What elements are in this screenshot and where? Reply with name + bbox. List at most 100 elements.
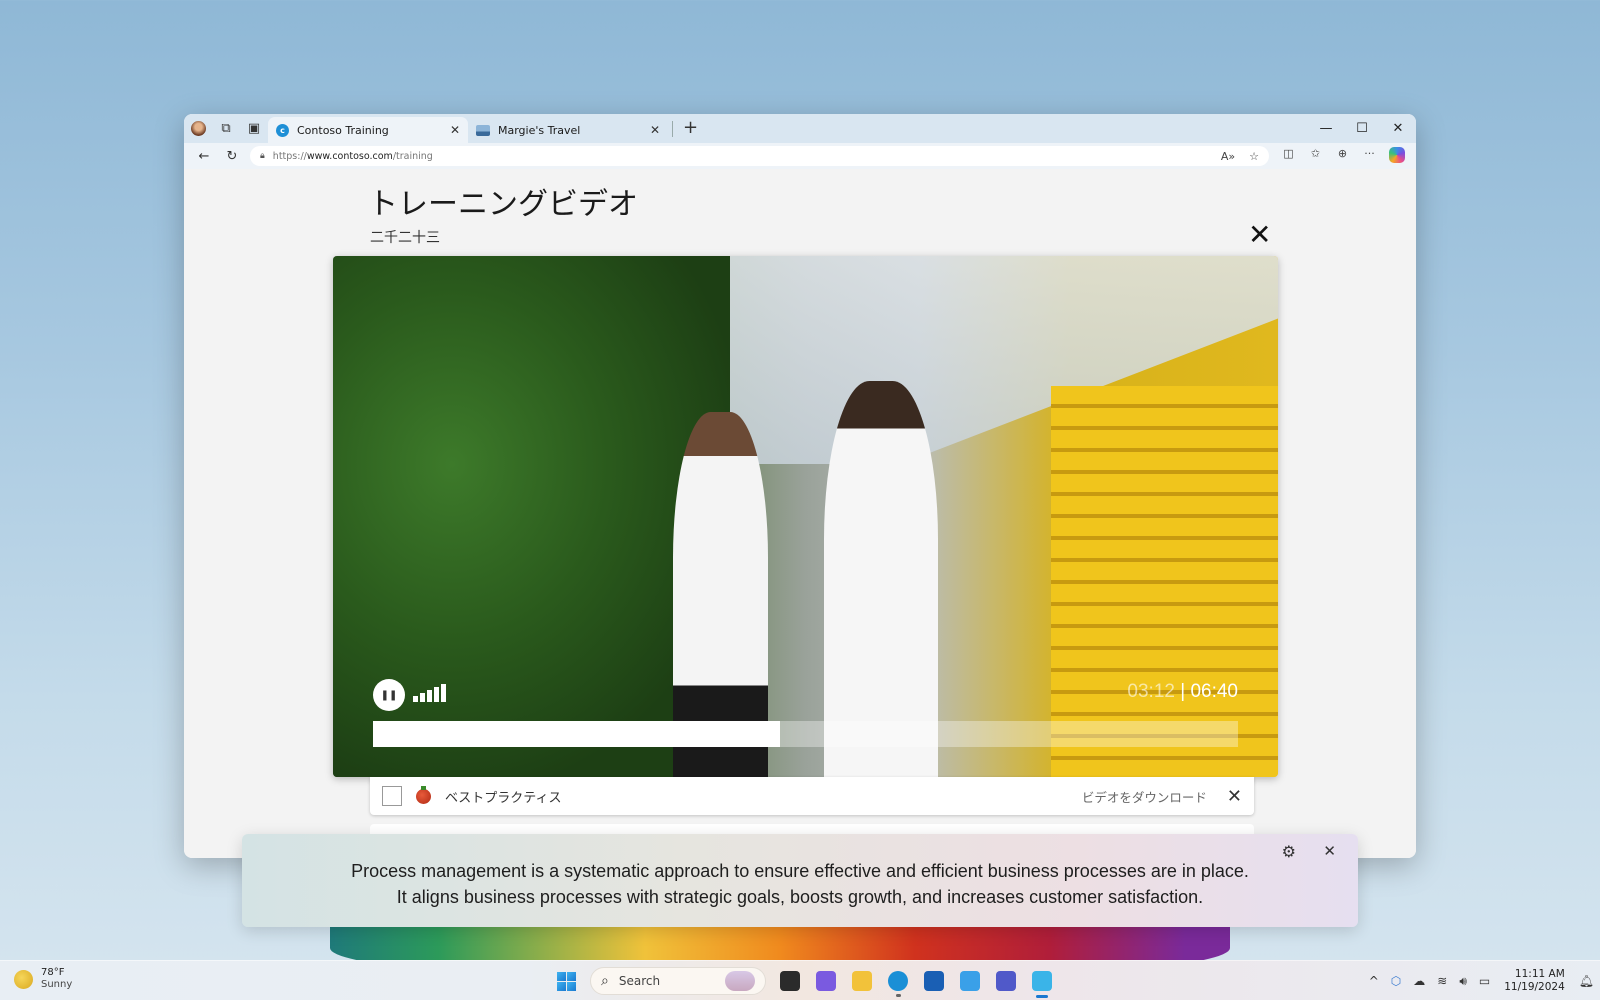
url-host: www.contoso.com (306, 150, 393, 162)
search-highlight-icon (725, 971, 755, 991)
close-tab-icon[interactable]: ✕ (650, 123, 660, 137)
copilot-icon (1388, 146, 1405, 163)
seek-bar-fill (373, 721, 780, 747)
download-video-link[interactable]: ビデオをダウンロード (1082, 787, 1207, 806)
contoso-c-icon: c (276, 123, 289, 137)
pause-icon: ❚❚ (380, 689, 398, 701)
volume-icon[interactable]: 🔊︎ (1453, 974, 1473, 989)
tab-label: Margie's Travel (498, 123, 581, 137)
volume-bar (420, 693, 425, 702)
tomato-icon (416, 785, 431, 804)
taskbar-app-edge[interactable] (880, 965, 916, 997)
workspaces-icon[interactable]: ⧉ (212, 114, 240, 143)
video-player[interactable]: ❚❚ 03:12 | 06:40 (333, 256, 1278, 777)
split-screen-icon[interactable]: ◫ (1275, 147, 1302, 166)
url-input[interactable]: 🔒︎ https://www.contoso.com/training A» ☆ (250, 146, 1269, 166)
maximize-button[interactable]: ☐ (1344, 114, 1380, 143)
battery-icon[interactable]: ▭ (1473, 974, 1496, 988)
taskbar-app-copilot[interactable] (808, 965, 844, 997)
teams-icon (996, 971, 1016, 991)
onedrive-cloud-icon[interactable]: ☁ (1407, 974, 1431, 988)
video-controls: ❚❚ 03:12 | 06:40 (333, 657, 1278, 777)
volume-bar (427, 690, 432, 702)
system-tray: ^ ⬡ ☁ ≋ 🔊︎ ▭ 11:11 AM 11/19/2024 🔔︎ (1363, 961, 1600, 1000)
list-item-label: ベストプラクティス (445, 790, 562, 806)
taskbar-app-app-plus[interactable] (952, 965, 988, 997)
travel-icon (476, 124, 490, 136)
close-tab-icon[interactable]: ✕ (450, 123, 460, 137)
taskbar-app-teams[interactable] (988, 965, 1024, 997)
more-menu-icon[interactable]: ··· (1356, 147, 1383, 166)
new-tab-button[interactable]: + (672, 118, 708, 137)
app-plus-icon (960, 971, 980, 991)
url-scheme: https:// (272, 150, 307, 162)
volume-bar (441, 684, 446, 702)
url-path: /training (392, 150, 433, 162)
taskbar-apps: ⌕ Search (548, 965, 1060, 998)
favorites-icon[interactable]: ✩ (1302, 147, 1329, 166)
address-bar-row: ← ↻ 🔒︎ https://www.contoso.com/training … (184, 143, 1416, 169)
tab-margies-travel[interactable]: Margie's Travel ✕ (468, 117, 668, 143)
taskbar-search[interactable]: ⌕ Search (590, 967, 766, 995)
remove-item-icon[interactable]: ✕ (1227, 786, 1242, 807)
refresh-button[interactable]: ↻ (218, 149, 246, 164)
copilot-button[interactable] (1383, 146, 1410, 166)
copilot-icon (816, 971, 836, 991)
taskbar-app-active-app[interactable] (1024, 965, 1060, 998)
task-view-icon (780, 971, 800, 991)
close-video-button[interactable]: ✕ (1248, 221, 1271, 249)
duration: 06:40 (1190, 681, 1238, 702)
vertical-tabs-icon[interactable]: ▣ (240, 114, 268, 143)
taskbar-app-file-explorer[interactable] (844, 965, 880, 997)
back-button[interactable]: ← (190, 149, 218, 164)
file-explorer-icon (852, 971, 872, 991)
search-placeholder: Search (618, 974, 661, 988)
collections-icon[interactable]: ⊕ (1329, 147, 1356, 166)
read-aloud-icon[interactable]: A» (1221, 150, 1235, 163)
live-captions-panel: ⚙ ✕ Process management is a systematic a… (242, 834, 1358, 927)
favorite-star-icon[interactable]: ☆ (1249, 150, 1259, 163)
start-button[interactable] (548, 965, 584, 997)
taskbar-app-task-view[interactable] (772, 965, 808, 997)
network-hub-icon[interactable]: ⬡ (1385, 974, 1407, 988)
tab-bar: ⧉ ▣ c Contoso Training ✕ Margie's Travel… (184, 114, 1416, 143)
close-captions-icon[interactable]: ✕ (1323, 842, 1336, 860)
windows-logo-icon (556, 971, 576, 991)
caption-line: Process management is a systematic appro… (351, 861, 1249, 881)
weather-widget[interactable]: 78°F Sunny (14, 967, 72, 991)
close-window-button[interactable]: ✕ (1380, 114, 1416, 143)
edge-icon (888, 971, 908, 991)
time-separator: | (1180, 681, 1186, 702)
pause-button[interactable]: ❚❚ (373, 679, 405, 711)
minimize-button[interactable]: — (1308, 114, 1344, 143)
clock-date: 11/19/2024 (1504, 981, 1565, 993)
tab-contoso-training[interactable]: c Contoso Training ✕ (268, 117, 468, 143)
show-hidden-icons-chevron[interactable]: ^ (1363, 974, 1385, 988)
list-item: ベストプラクティス ビデオをダウンロード ✕ (370, 777, 1254, 815)
wifi-icon[interactable]: ≋ (1431, 974, 1453, 988)
settings-gear-icon[interactable]: ⚙ (1282, 842, 1296, 861)
microsoft-store-icon (924, 971, 944, 991)
notification-bell-icon[interactable]: 🔔︎ (1573, 974, 1600, 988)
volume-bar (434, 687, 439, 702)
page-title: トレーニングビデオ (368, 187, 638, 222)
avatar (190, 121, 206, 136)
lock-icon: 🔒︎ (260, 151, 265, 161)
search-icon: ⌕ (601, 973, 609, 989)
weather-condition: Sunny (41, 979, 73, 990)
current-time: 03:12 (1127, 681, 1175, 702)
caption-line: It aligns business processes with strate… (396, 887, 1204, 907)
sun-icon (14, 969, 33, 989)
volume-bar (413, 696, 418, 702)
taskbar: 78°F Sunny ⌕ Search ^ ⬡ ☁ ≋ 🔊︎ ▭ 11:11 A… (0, 960, 1600, 1000)
tab-label: Contoso Training (297, 123, 389, 137)
clock[interactable]: 11:11 AM 11/19/2024 (1496, 968, 1573, 994)
window-controls: — ☐ ✕ (1308, 114, 1416, 143)
taskbar-app-microsoft-store[interactable] (916, 965, 952, 997)
active-app-icon (1032, 971, 1052, 991)
volume-control[interactable] (413, 684, 446, 702)
profile-button[interactable] (184, 114, 212, 143)
seek-bar[interactable] (373, 721, 1238, 747)
weather-temp: 78°F (41, 967, 65, 978)
item-checkbox[interactable] (382, 786, 402, 806)
